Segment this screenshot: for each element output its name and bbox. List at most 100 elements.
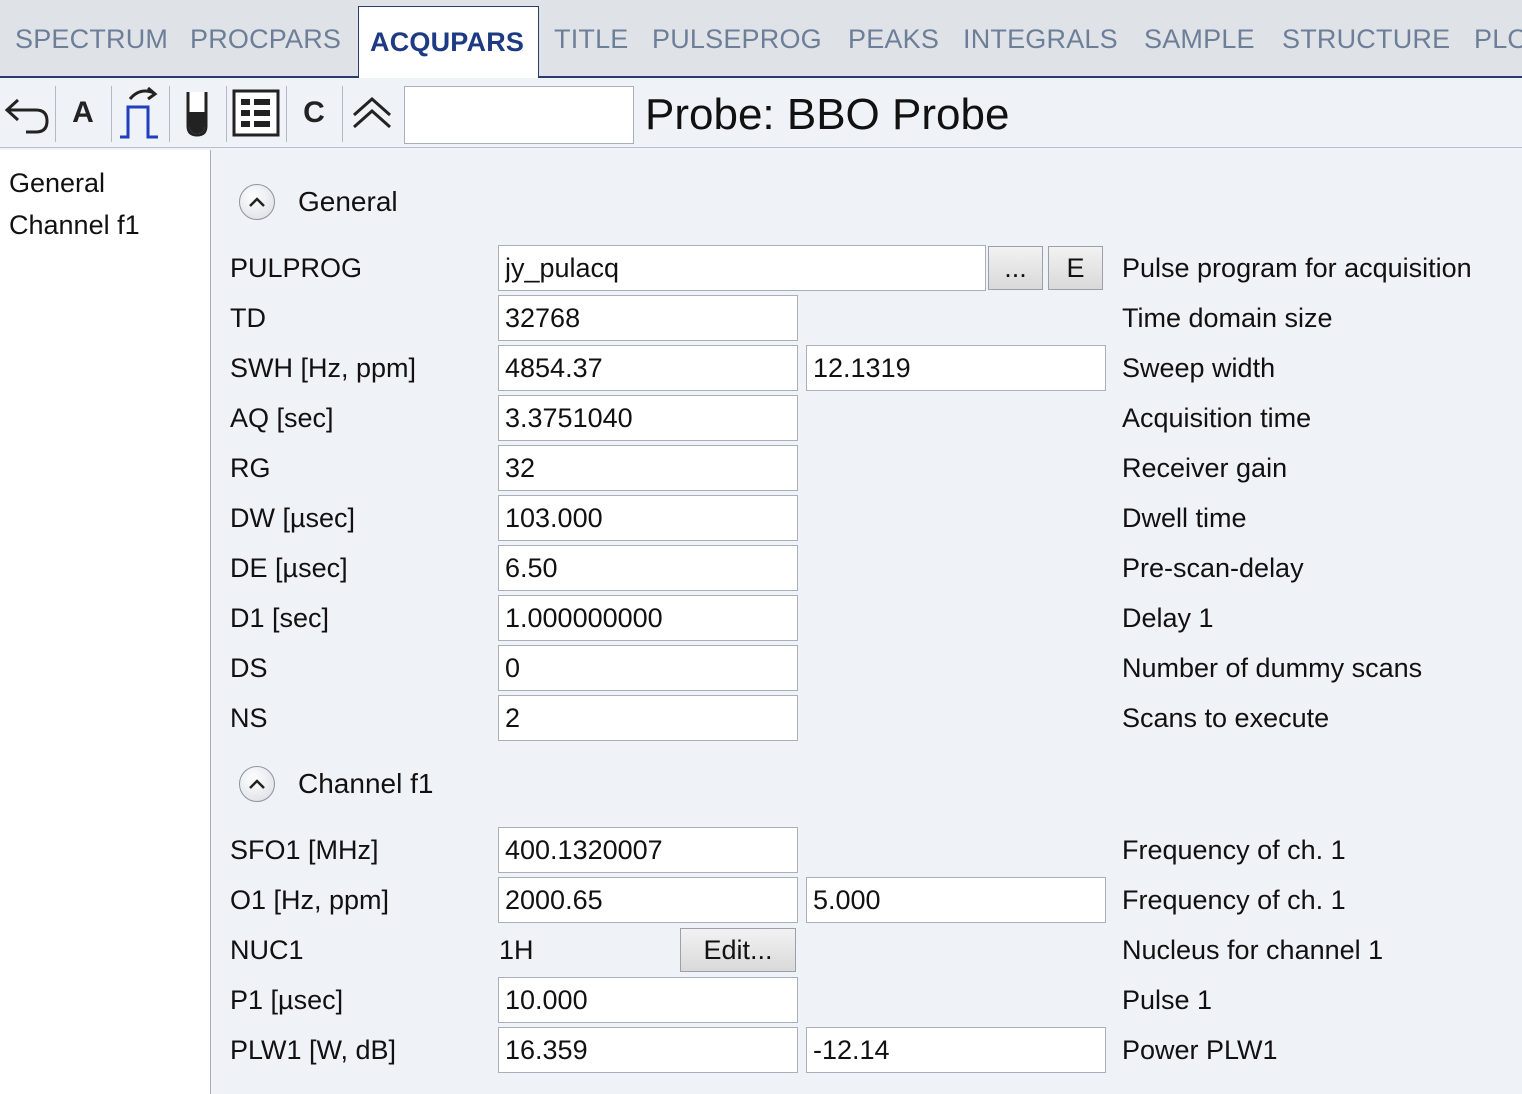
- param-description: Dwell time: [1122, 503, 1247, 533]
- tab-acqupars[interactable]: ACQUPARS: [358, 6, 540, 78]
- param-label: RG: [230, 453, 271, 483]
- de-input[interactable]: [498, 545, 798, 591]
- param-label: DS: [230, 653, 268, 683]
- ns-input[interactable]: [498, 695, 798, 741]
- nuc1-value: 1H: [499, 935, 534, 965]
- parameter-panel: General PULPROG ... E Pulse program for …: [211, 150, 1522, 1094]
- param-label: DE [µsec]: [230, 553, 348, 583]
- collapse-all-button[interactable]: [344, 82, 400, 144]
- rg-input[interactable]: [498, 445, 798, 491]
- c-button-label: C: [303, 96, 325, 129]
- plw1-db-input[interactable]: [806, 1027, 1106, 1073]
- collapse-all-icon: [353, 96, 391, 129]
- p1-input[interactable]: [498, 977, 798, 1023]
- param-row-rg: RG Receiver gain: [211, 445, 1522, 491]
- plw1-w-input[interactable]: [498, 1027, 798, 1073]
- param-row-de: DE [µsec] Pre-scan-delay: [211, 545, 1522, 591]
- toolbar: A C Probe: BBO Probe: [0, 80, 1522, 148]
- param-label: SFO1 [MHz]: [230, 835, 379, 865]
- a-button-label: A: [72, 96, 94, 129]
- param-row-dw: DW [µsec] Dwell time: [211, 495, 1522, 541]
- param-label: DW [µsec]: [230, 503, 356, 533]
- param-description: Scans to execute: [1122, 703, 1330, 733]
- collapse-general-button[interactable]: [239, 184, 275, 220]
- parameter-grid-icon: [232, 89, 280, 137]
- param-description: Number of dummy scans: [1122, 653, 1423, 683]
- param-description: Delay 1: [1122, 603, 1214, 633]
- nav-item-channel-f1[interactable]: Channel f1: [9, 210, 140, 241]
- param-row-ds: DS Number of dummy scans: [211, 645, 1522, 691]
- browse-pulprog-button[interactable]: ...: [988, 246, 1043, 290]
- param-row-ns: NS Scans to execute: [211, 695, 1522, 741]
- section-nav: General Channel f1: [0, 150, 211, 1094]
- param-label: NUC1: [230, 935, 304, 965]
- tab-sample[interactable]: SAMPLE: [1144, 24, 1255, 55]
- c-button[interactable]: C: [287, 82, 341, 144]
- sample-button[interactable]: [170, 82, 224, 144]
- param-label: NS: [230, 703, 268, 733]
- section-title-general: General: [298, 186, 398, 217]
- edit-nucleus-button[interactable]: Edit...: [680, 928, 796, 972]
- a-button[interactable]: A: [56, 82, 110, 144]
- o1-ppm-input[interactable]: [806, 877, 1106, 923]
- param-row-plw1: PLW1 [W, dB] Power PLW1: [211, 1027, 1522, 1073]
- pulprog-input[interactable]: [498, 245, 986, 291]
- o1-hz-input[interactable]: [498, 877, 798, 923]
- search-input[interactable]: [404, 86, 634, 144]
- param-description: Nucleus for channel 1: [1122, 935, 1384, 965]
- parameter-grid-button[interactable]: [228, 82, 284, 144]
- section-header-channel-f1: Channel f1: [239, 766, 433, 802]
- param-label: D1 [sec]: [230, 603, 330, 633]
- param-row-p1: P1 [µsec] Pulse 1: [211, 977, 1522, 1023]
- param-description: Receiver gain: [1122, 453, 1288, 483]
- undo-icon: [4, 98, 49, 134]
- param-label: SWH [Hz, ppm]: [230, 353, 417, 383]
- param-description: Pulse program for acquisition: [1122, 253, 1472, 283]
- param-row-sfo1: SFO1 [MHz] Frequency of ch. 1: [211, 827, 1522, 873]
- pulse-program-icon: [120, 86, 158, 139]
- param-row-nuc1: NUC1 1H Edit... Nucleus for channel 1: [211, 927, 1522, 973]
- pulse-program-button[interactable]: [112, 82, 168, 144]
- param-description: Power PLW1: [1122, 1035, 1278, 1065]
- param-row-swh: SWH [Hz, ppm] Sweep width: [211, 345, 1522, 391]
- tab-pulseprog[interactable]: PULSEPROG: [652, 24, 822, 55]
- chevron-up-icon: [249, 197, 265, 207]
- section-title-channel-f1: Channel f1: [298, 768, 434, 799]
- param-description: Time domain size: [1122, 303, 1333, 333]
- collapse-channel-f1-button[interactable]: [239, 766, 275, 802]
- section-header-general: General: [239, 184, 398, 220]
- param-row-pulprog: PULPROG ... E Pulse program for acquisit…: [211, 245, 1522, 291]
- tab-peaks[interactable]: PEAKS: [848, 24, 939, 55]
- chevron-up-icon: [249, 779, 265, 789]
- edit-pulprog-button[interactable]: E: [1048, 246, 1103, 290]
- nav-item-general[interactable]: General: [9, 168, 105, 199]
- param-row-d1: D1 [sec] Delay 1: [211, 595, 1522, 641]
- sfo1-input[interactable]: [498, 827, 798, 873]
- tab-integrals[interactable]: INTEGRALS: [963, 24, 1118, 55]
- aq-input[interactable]: [498, 395, 798, 441]
- swh-ppm-input[interactable]: [806, 345, 1106, 391]
- tab-procpars[interactable]: PROCPARS: [190, 24, 341, 55]
- d1-input[interactable]: [498, 595, 798, 641]
- param-description: Pulse 1: [1122, 985, 1213, 1015]
- param-row-aq: AQ [sec] Acquisition time: [211, 395, 1522, 441]
- param-description: Frequency of ch. 1: [1122, 835, 1346, 865]
- param-description: Pre-scan-delay: [1122, 553, 1304, 583]
- swh-hz-input[interactable]: [498, 345, 798, 391]
- dw-input[interactable]: [498, 495, 798, 541]
- td-input[interactable]: [498, 295, 798, 341]
- tab-structure[interactable]: STRUCTURE: [1282, 24, 1450, 55]
- param-label: AQ [sec]: [230, 403, 334, 433]
- param-label: O1 [Hz, ppm]: [230, 885, 390, 915]
- tab-spectrum[interactable]: SPECTRUM: [15, 24, 168, 55]
- ds-input[interactable]: [498, 645, 798, 691]
- param-row-td: TD Time domain size: [211, 295, 1522, 341]
- param-description: Acquisition time: [1122, 403, 1312, 433]
- param-label: TD: [230, 303, 266, 333]
- sample-tube-icon: [186, 92, 208, 137]
- probe-title: Probe: BBO Probe: [645, 90, 1010, 139]
- undo-button[interactable]: [0, 82, 54, 144]
- tab-title[interactable]: TITLE: [554, 24, 629, 55]
- param-label: PULPROG: [230, 253, 363, 283]
- tab-plot[interactable]: PLO: [1474, 24, 1522, 55]
